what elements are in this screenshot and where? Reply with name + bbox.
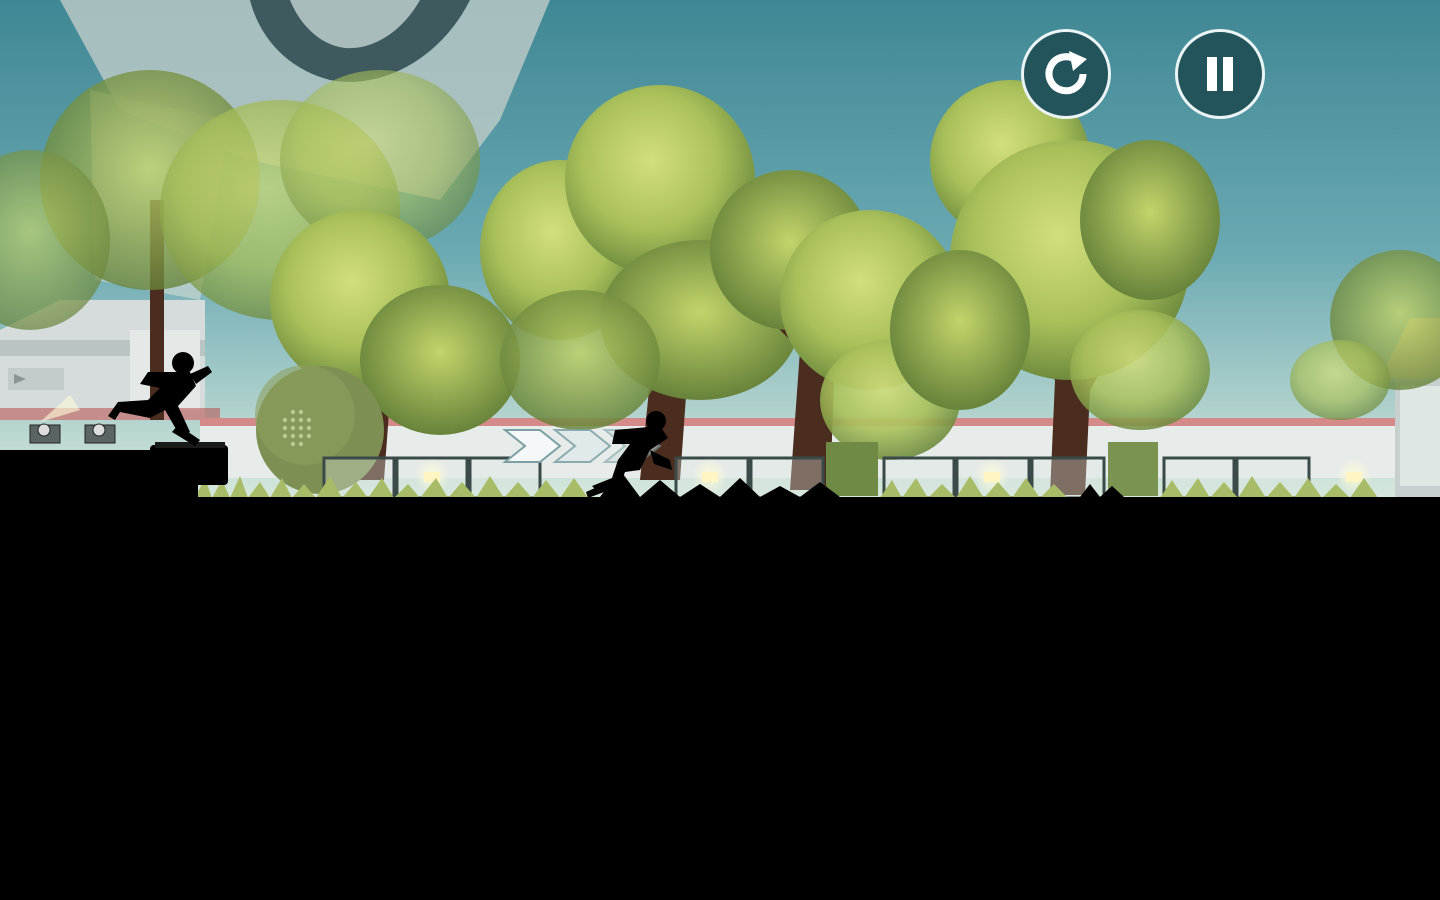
ground-silhouette — [0, 470, 1440, 900]
hedge-box — [826, 442, 878, 496]
hedge-box — [1108, 442, 1158, 496]
pause-button[interactable] — [1175, 29, 1265, 119]
restart-button[interactable] — [1021, 29, 1111, 119]
restart-icon — [1045, 51, 1087, 95]
pause-icon — [1207, 57, 1233, 91]
game-scene — [0, 0, 1440, 900]
